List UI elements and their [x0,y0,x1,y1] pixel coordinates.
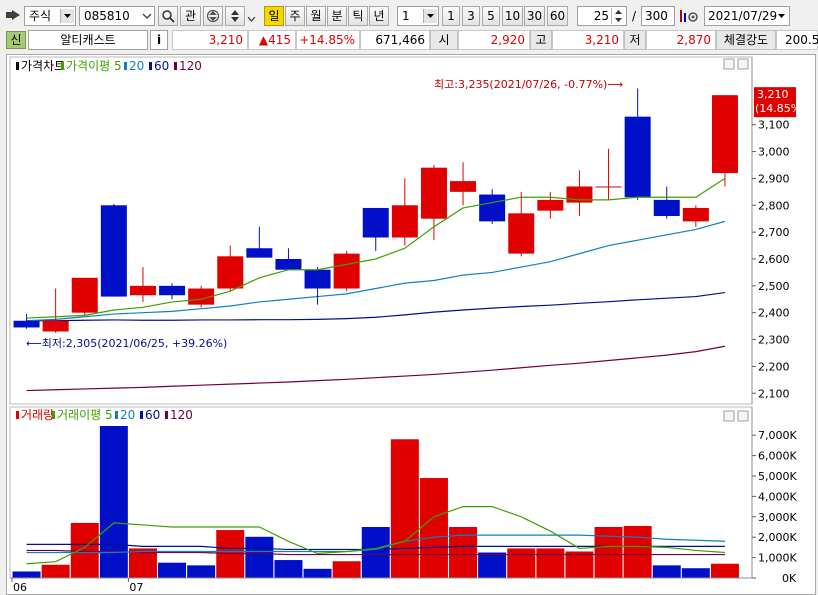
volume-tick-label-1000000: 1,000K [758,552,797,565]
candle-body-14 [420,167,447,219]
price-tick-label-2800: 2,800 [758,199,790,212]
candle-body-22 [653,199,680,217]
volume-bar-24 [710,563,739,578]
candle-body-24 [711,95,738,174]
volume-bar-19 [565,551,594,578]
volume-tick-label-4000000: 4,000K [758,490,797,503]
price-tick-label-3000: 3,000 [758,146,790,159]
chart-svg: 2,100 2,200 2,300 2,400 2,500 2,600 2,700 2,800… [9,56,806,594]
pane-control-icon-1[interactable] [737,58,749,70]
volume-legend-square-0 [16,411,19,419]
volume-bar-12 [361,527,390,578]
volume-bar-23 [681,568,710,578]
candle-body-11 [333,253,360,289]
volume-bar-16 [478,552,507,578]
volume-bar-2 [70,522,99,578]
price-tick-label-2900: 2,900 [758,172,790,185]
legend-square-3 [149,62,152,70]
price-legend-2: 20 [129,59,144,73]
volume-bar-6 [187,565,216,578]
volume-tick-label-3000000: 3,000K [758,511,797,524]
price-tick-label-2100: 2,100 [758,387,790,400]
volume-tick-label-7000000: 7,000K [758,429,797,442]
volume-bar-17 [507,548,536,578]
legend-square-0 [16,62,19,70]
candle-body-18 [537,199,564,211]
volume-bar-18 [536,548,565,578]
price-tick-label-2300: 2,300 [758,334,790,347]
last-price-label: 3,210 [757,88,789,101]
volume-legend-1: 거래이평 5 [57,408,113,422]
volume-bar-22 [652,565,681,578]
price-tick-label-2200: 2,200 [758,360,790,373]
price-legend-3: 60 [154,59,169,73]
volume-bar-13 [390,439,419,578]
candle-body-15 [450,181,477,192]
price-tick-label-2600: 2,600 [758,253,790,266]
price-legend-4: 120 [179,59,202,73]
last-price-pct-label: (14.85%) [755,102,806,115]
volume-bar-5 [158,562,187,578]
volume-legend-square-2 [115,411,118,419]
price-legend-1: 가격이평 5 [66,59,122,73]
candle-body-9 [275,258,302,270]
legend-square-1 [61,62,64,70]
high-annotation: 최고:3,235(2021/07/26, -0.77%)⟶ [434,78,623,91]
volume-bar-20 [594,527,623,578]
pane-control-icon-0[interactable] [723,58,735,70]
candle-body-17 [508,213,535,254]
candle-body-13 [391,205,418,238]
volume-tick-label-2000000: 2,000K [758,531,797,544]
candle-body-2 [71,277,98,313]
volume-legend-3: 60 [145,408,160,422]
price-tick-label-2400: 2,400 [758,307,790,320]
price-tick-label-2500: 2,500 [758,280,790,293]
x-tick-label-06: 06 [13,581,27,594]
volume-legend-square-3 [140,411,143,419]
pane-control-icon-2[interactable] [723,410,735,422]
volume-tick-label-0: 0K [782,572,797,585]
candle-body-4 [129,285,156,296]
volume-legend-0: 거래량 [21,408,54,422]
low-annotation: ⟵최저:2,305(2021/06/25, +39.26%) [26,337,227,350]
volume-legend-2: 20 [120,408,135,422]
candle-body-7 [217,256,244,289]
price-tick-label-3100: 3,100 [758,119,790,132]
x-tick-label-07: 07 [129,581,143,594]
volume-bar-3 [99,426,128,578]
volume-bar-0 [12,571,41,578]
volume-bar-8 [245,536,274,578]
candle-body-12 [362,207,389,238]
candle-body-3 [100,205,127,297]
volume-tick-label-6000000: 6,000K [758,450,797,463]
volume-legend-square-4 [165,411,168,419]
candle-body-0 [13,320,40,328]
legend-square-4 [174,62,177,70]
volume-bar-9 [274,560,303,578]
candle-body-23 [682,207,709,222]
volume-bar-14 [419,478,448,578]
candle-body-5 [159,285,186,296]
candle-body-8 [246,248,273,258]
pane-control-icon-3[interactable] [737,410,749,422]
candle-body-1 [42,320,69,332]
candle-body-16 [479,194,506,222]
volume-tick-label-5000000: 5,000K [758,470,797,483]
volume-bar-1 [41,564,70,578]
candle-body-20 [595,186,622,188]
volume-bar-11 [332,561,361,578]
volume-bar-21 [623,525,652,578]
candle-body-21 [624,116,651,198]
price-legend-0: 가격차트 [21,59,65,73]
volume-bar-10 [303,568,332,578]
candle-body-10 [304,269,331,289]
price-tick-label-2700: 2,700 [758,226,790,239]
legend-square-2 [124,62,127,70]
volume-legend-4: 120 [170,408,193,422]
volume-legend-square-1 [52,411,55,419]
